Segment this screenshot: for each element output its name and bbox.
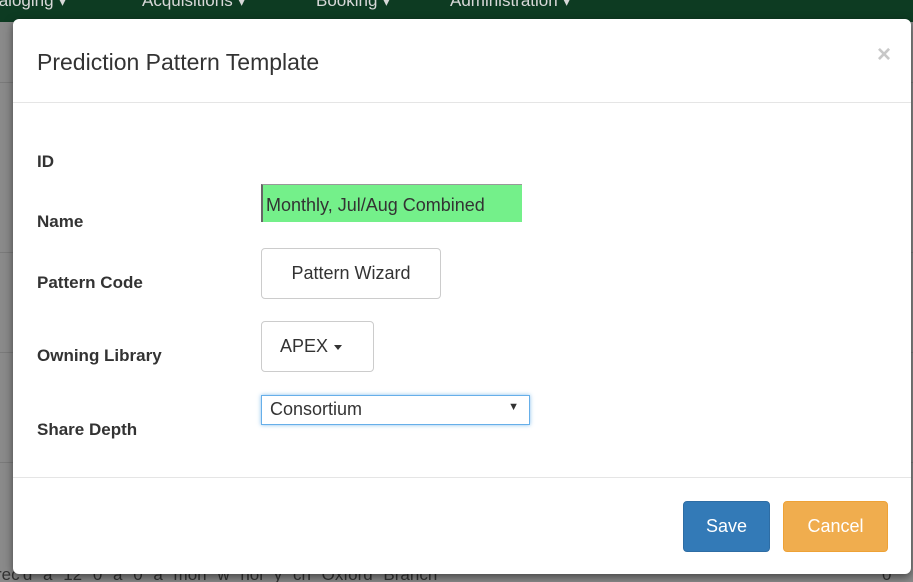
share-depth-select[interactable]: Consortium ▼: [261, 395, 530, 425]
cancel-button[interactable]: Cancel: [783, 501, 888, 552]
prediction-pattern-modal: Prediction Pattern Template × ID Name Pa…: [13, 19, 911, 574]
owning-library-label: Owning Library: [37, 346, 162, 365]
modal-header: Prediction Pattern Template ×: [13, 19, 911, 103]
owning-library-value: APEX: [280, 336, 329, 356]
pattern-wizard-button[interactable]: Pattern Wizard: [261, 248, 441, 299]
nav-item-administration: Administration ▾: [450, 0, 571, 10]
share-depth-value: Consortium: [270, 399, 363, 419]
modal-footer: Save Cancel: [13, 477, 911, 574]
nav-item-cataloging: taloging ▾: [0, 0, 67, 10]
name-input[interactable]: [261, 184, 522, 222]
save-button[interactable]: Save: [683, 501, 770, 552]
close-icon[interactable]: ×: [877, 43, 891, 67]
nav-item-booking: Booking ▾: [316, 0, 391, 10]
pattern-code-label: Pattern Code: [37, 273, 143, 292]
caret-down-icon: [334, 344, 343, 350]
select-arrow-icon: ▼: [508, 401, 519, 413]
nav-item-acquisitions: Acquisitions ▾: [142, 0, 246, 10]
modal-body: ID Name Pattern Code Pattern Wizard Owni…: [13, 103, 911, 477]
share-depth-label: Share Depth: [37, 420, 138, 439]
name-label: Name: [37, 212, 84, 231]
modal-title: Prediction Pattern Template: [37, 49, 320, 75]
owning-library-dropdown[interactable]: APEX: [261, 321, 374, 372]
id-label: ID: [37, 152, 54, 171]
